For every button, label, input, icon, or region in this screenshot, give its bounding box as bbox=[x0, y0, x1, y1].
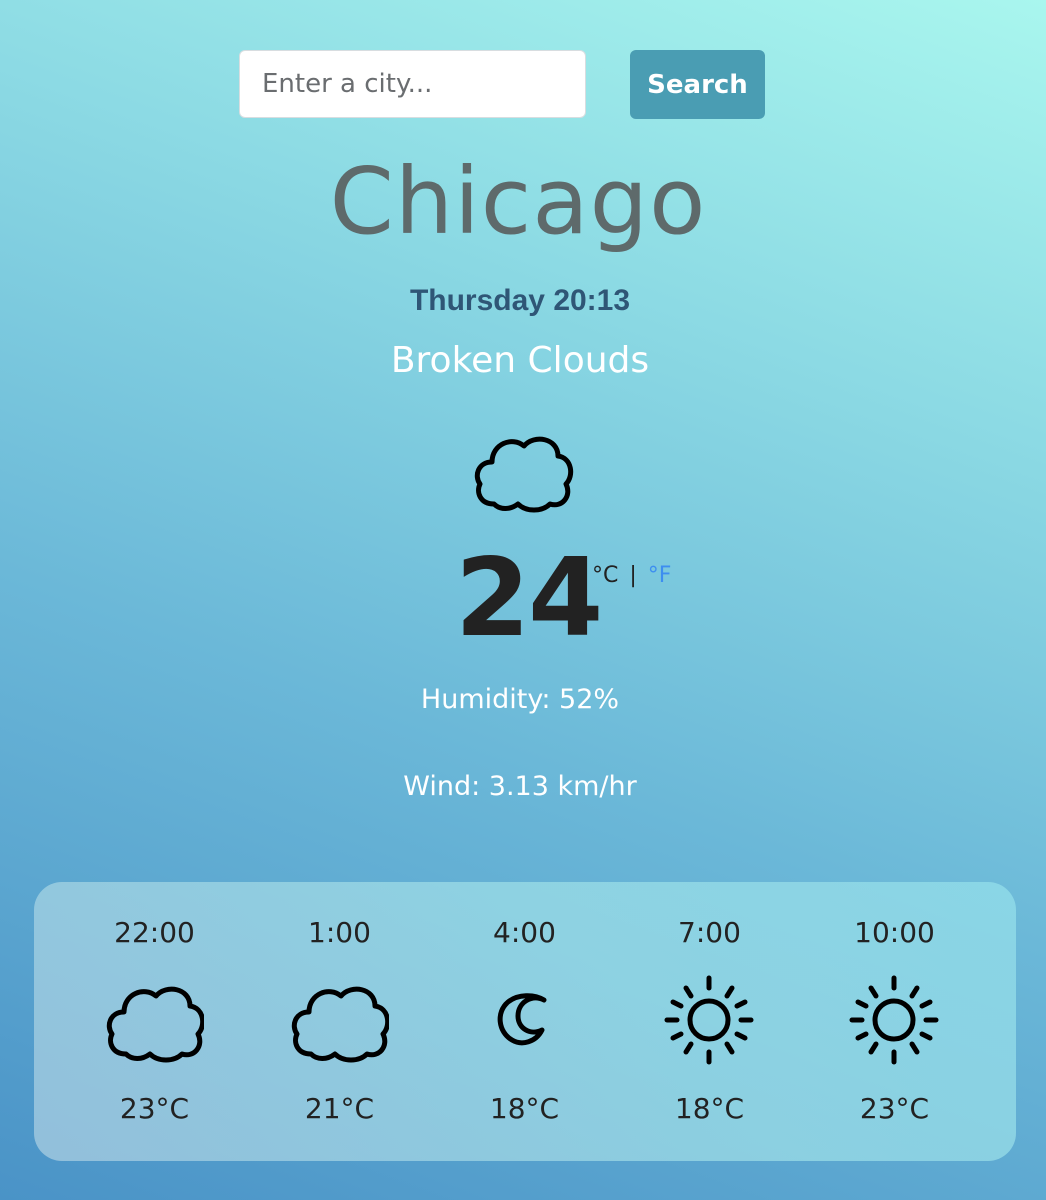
forecast-temperature: 23°C bbox=[119, 1092, 190, 1125]
forecast-time: 4:00 bbox=[493, 916, 556, 949]
forecast-item: 4:00 18°C bbox=[432, 882, 617, 1161]
unit-separator: | bbox=[629, 563, 637, 588]
sun-icon bbox=[844, 970, 944, 1070]
weather-description: Broken Clouds bbox=[390, 340, 650, 381]
forecast-item: 7:00 18°C bbox=[617, 882, 802, 1161]
forecast-item: 1:00 21°C bbox=[247, 882, 432, 1161]
forecast-temperature: 23°C bbox=[859, 1092, 930, 1125]
forecast-time: 7:00 bbox=[678, 916, 741, 949]
temperature-value: 24 bbox=[455, 536, 603, 661]
city-search-input[interactable] bbox=[239, 50, 586, 118]
forecast-time: 22:00 bbox=[114, 916, 195, 949]
search-button[interactable]: Search bbox=[630, 50, 765, 119]
humidity: Humidity: 52% bbox=[420, 684, 620, 715]
sun-icon bbox=[659, 970, 759, 1070]
forecast-item: 10:00 23°C bbox=[802, 882, 987, 1161]
cloud-icon bbox=[289, 970, 391, 1070]
city-name: Chicago bbox=[329, 148, 707, 255]
celsius-link[interactable]: °C bbox=[592, 563, 618, 588]
search-form: Search bbox=[239, 50, 766, 119]
cloud-icon bbox=[472, 430, 576, 514]
current-temperature: 24 °C | °F bbox=[455, 545, 685, 665]
moon-icon bbox=[474, 970, 574, 1070]
fahrenheit-link[interactable]: °F bbox=[648, 563, 672, 588]
forecast-temperature: 21°C bbox=[304, 1092, 375, 1125]
forecast-item: 22:00 23°C bbox=[62, 882, 247, 1161]
forecast-time: 1:00 bbox=[308, 916, 371, 949]
wind-speed: Wind: 3.13 km/hr bbox=[403, 771, 637, 802]
forecast-temperature: 18°C bbox=[674, 1092, 745, 1125]
current-datetime: Thursday 20:13 bbox=[409, 284, 631, 317]
cloud-icon bbox=[104, 970, 206, 1070]
forecast-time: 10:00 bbox=[854, 916, 935, 949]
forecast-panel: 22:00 23°C 1:00 21°C 4:00 18°C 7:00 18°C… bbox=[34, 882, 1016, 1161]
unit-toggle: °C | °F bbox=[592, 563, 671, 588]
forecast-temperature: 18°C bbox=[489, 1092, 560, 1125]
